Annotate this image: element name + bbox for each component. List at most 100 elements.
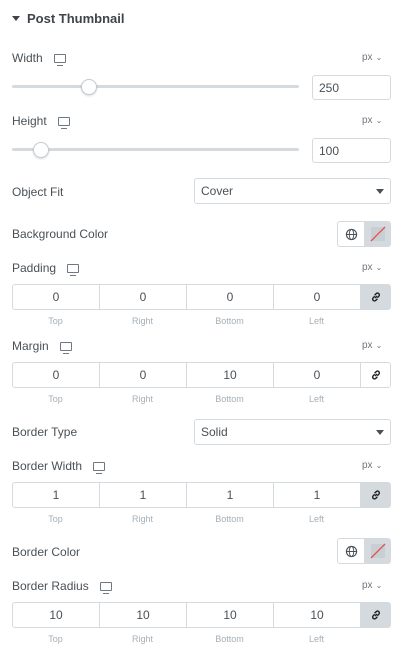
side-label-bottom: Bottom bbox=[215, 514, 244, 524]
border-radius-unit-select[interactable]: px ⌄ bbox=[362, 580, 382, 591]
border-type-value: Solid bbox=[201, 425, 228, 439]
padding-bottom-input[interactable]: 0 bbox=[187, 285, 274, 309]
padding-label: Padding bbox=[12, 261, 80, 277]
width-slider-handle[interactable] bbox=[81, 79, 98, 95]
chevron-down-icon: ⌄ bbox=[375, 461, 383, 470]
margin-dimensions: 0 0 10 0 bbox=[12, 362, 391, 388]
padding-side-labels: Top Right Bottom Left bbox=[12, 316, 391, 326]
side-label-top: Top bbox=[48, 316, 63, 326]
border-width-right-input[interactable]: 1 bbox=[100, 483, 187, 507]
margin-unit: px bbox=[362, 340, 373, 351]
link-icon[interactable] bbox=[361, 603, 390, 627]
padding-unit-select[interactable]: px ⌄ bbox=[362, 262, 382, 273]
link-icon[interactable] bbox=[361, 483, 390, 507]
side-label-right: Right bbox=[131, 394, 153, 404]
border-radius-label: Border Radius bbox=[12, 579, 113, 595]
caret-down-icon bbox=[12, 16, 20, 21]
slashed-swatch-icon[interactable] bbox=[365, 539, 390, 563]
border-radius-dimensions: 10 10 10 10 bbox=[12, 602, 391, 628]
height-slider-handle[interactable] bbox=[32, 142, 49, 158]
border-width-bottom-input[interactable]: 1 bbox=[187, 483, 274, 507]
side-label-right: Right bbox=[131, 634, 153, 644]
side-label-right: Right bbox=[131, 514, 153, 524]
width-input[interactable]: 250 bbox=[312, 75, 391, 100]
border-radius-bottom-input[interactable]: 10 bbox=[187, 603, 274, 627]
globe-icon[interactable] bbox=[338, 539, 365, 563]
border-type-label: Border Type bbox=[12, 425, 78, 439]
width-label: Width bbox=[12, 51, 67, 67]
padding-label-text: Padding bbox=[12, 261, 57, 275]
height-unit-select[interactable]: px ⌄ bbox=[362, 115, 382, 126]
background-color-control[interactable] bbox=[337, 221, 391, 247]
border-width-side-labels: Top Right Bottom Left bbox=[12, 514, 391, 524]
border-color-control[interactable] bbox=[337, 538, 391, 564]
height-unit: px bbox=[362, 115, 373, 126]
height-value: 100 bbox=[319, 143, 340, 158]
side-label-bottom: Bottom bbox=[215, 634, 244, 644]
border-radius-side-labels: Top Right Bottom Left bbox=[12, 634, 391, 644]
margin-unit-select[interactable]: px ⌄ bbox=[362, 340, 382, 351]
border-radius-left-input[interactable]: 10 bbox=[274, 603, 361, 627]
monitor-icon[interactable] bbox=[100, 582, 113, 595]
monitor-icon[interactable] bbox=[54, 54, 67, 67]
border-width-top-input[interactable]: 1 bbox=[13, 483, 100, 507]
height-label: Height bbox=[12, 114, 71, 130]
padding-top-input[interactable]: 0 bbox=[13, 285, 100, 309]
border-width-left-input[interactable]: 1 bbox=[274, 483, 361, 507]
border-type-select[interactable]: Solid bbox=[194, 419, 391, 445]
border-width-unit: px bbox=[362, 460, 373, 471]
monitor-icon[interactable] bbox=[67, 264, 80, 277]
chevron-down-icon: ⌄ bbox=[375, 581, 383, 590]
side-label-right: Right bbox=[131, 316, 153, 326]
margin-bottom-input[interactable]: 10 bbox=[187, 363, 274, 387]
object-fit-select[interactable]: Cover bbox=[194, 178, 391, 204]
section-header[interactable]: Post Thumbnail bbox=[12, 11, 125, 26]
section-title: Post Thumbnail bbox=[27, 11, 125, 26]
width-unit-select[interactable]: px ⌄ bbox=[362, 52, 382, 63]
chevron-down-icon: ⌄ bbox=[375, 341, 383, 350]
globe-icon[interactable] bbox=[338, 222, 365, 246]
chevron-down-icon: ⌄ bbox=[375, 263, 383, 272]
width-label-text: Width bbox=[12, 51, 43, 65]
margin-top-input[interactable]: 0 bbox=[13, 363, 100, 387]
side-label-left: Left bbox=[308, 394, 324, 404]
side-label-left: Left bbox=[308, 316, 324, 326]
padding-right-input[interactable]: 0 bbox=[100, 285, 187, 309]
border-width-label-text: Border Width bbox=[12, 459, 83, 473]
width-value: 250 bbox=[319, 80, 340, 95]
margin-label-text: Margin bbox=[12, 339, 49, 353]
side-label-top: Top bbox=[48, 514, 63, 524]
margin-side-labels: Top Right Bottom Left bbox=[12, 394, 391, 404]
slashed-swatch-icon[interactable] bbox=[365, 222, 390, 246]
caret-down-icon bbox=[376, 429, 384, 435]
link-icon[interactable] bbox=[361, 363, 390, 387]
object-fit-value: Cover bbox=[201, 184, 234, 198]
margin-right-input[interactable]: 0 bbox=[100, 363, 187, 387]
side-label-bottom: Bottom bbox=[215, 394, 244, 404]
border-width-unit-select[interactable]: px ⌄ bbox=[362, 460, 382, 471]
chevron-down-icon: ⌄ bbox=[375, 53, 383, 62]
caret-down-icon bbox=[376, 188, 384, 194]
width-slider-track[interactable] bbox=[12, 85, 299, 88]
padding-left-input[interactable]: 0 bbox=[274, 285, 361, 309]
padding-dimensions: 0 0 0 0 bbox=[12, 284, 391, 310]
border-radius-label-text: Border Radius bbox=[12, 579, 89, 593]
border-width-dimensions: 1 1 1 1 bbox=[12, 482, 391, 508]
object-fit-label: Object Fit bbox=[12, 185, 64, 199]
height-slider-track[interactable] bbox=[12, 148, 299, 151]
monitor-icon[interactable] bbox=[60, 342, 73, 355]
background-color-label: Background Color bbox=[12, 227, 109, 241]
monitor-icon[interactable] bbox=[93, 462, 106, 475]
border-radius-unit: px bbox=[362, 580, 373, 591]
height-input[interactable]: 100 bbox=[312, 138, 391, 163]
margin-left-input[interactable]: 0 bbox=[274, 363, 361, 387]
side-label-top: Top bbox=[48, 394, 63, 404]
side-label-left: Left bbox=[308, 634, 324, 644]
monitor-icon[interactable] bbox=[58, 117, 71, 130]
height-label-text: Height bbox=[12, 114, 47, 128]
width-unit: px bbox=[362, 52, 373, 63]
link-icon[interactable] bbox=[361, 285, 390, 309]
border-radius-right-input[interactable]: 10 bbox=[100, 603, 187, 627]
border-radius-top-input[interactable]: 10 bbox=[13, 603, 100, 627]
border-color-label: Border Color bbox=[12, 545, 81, 559]
